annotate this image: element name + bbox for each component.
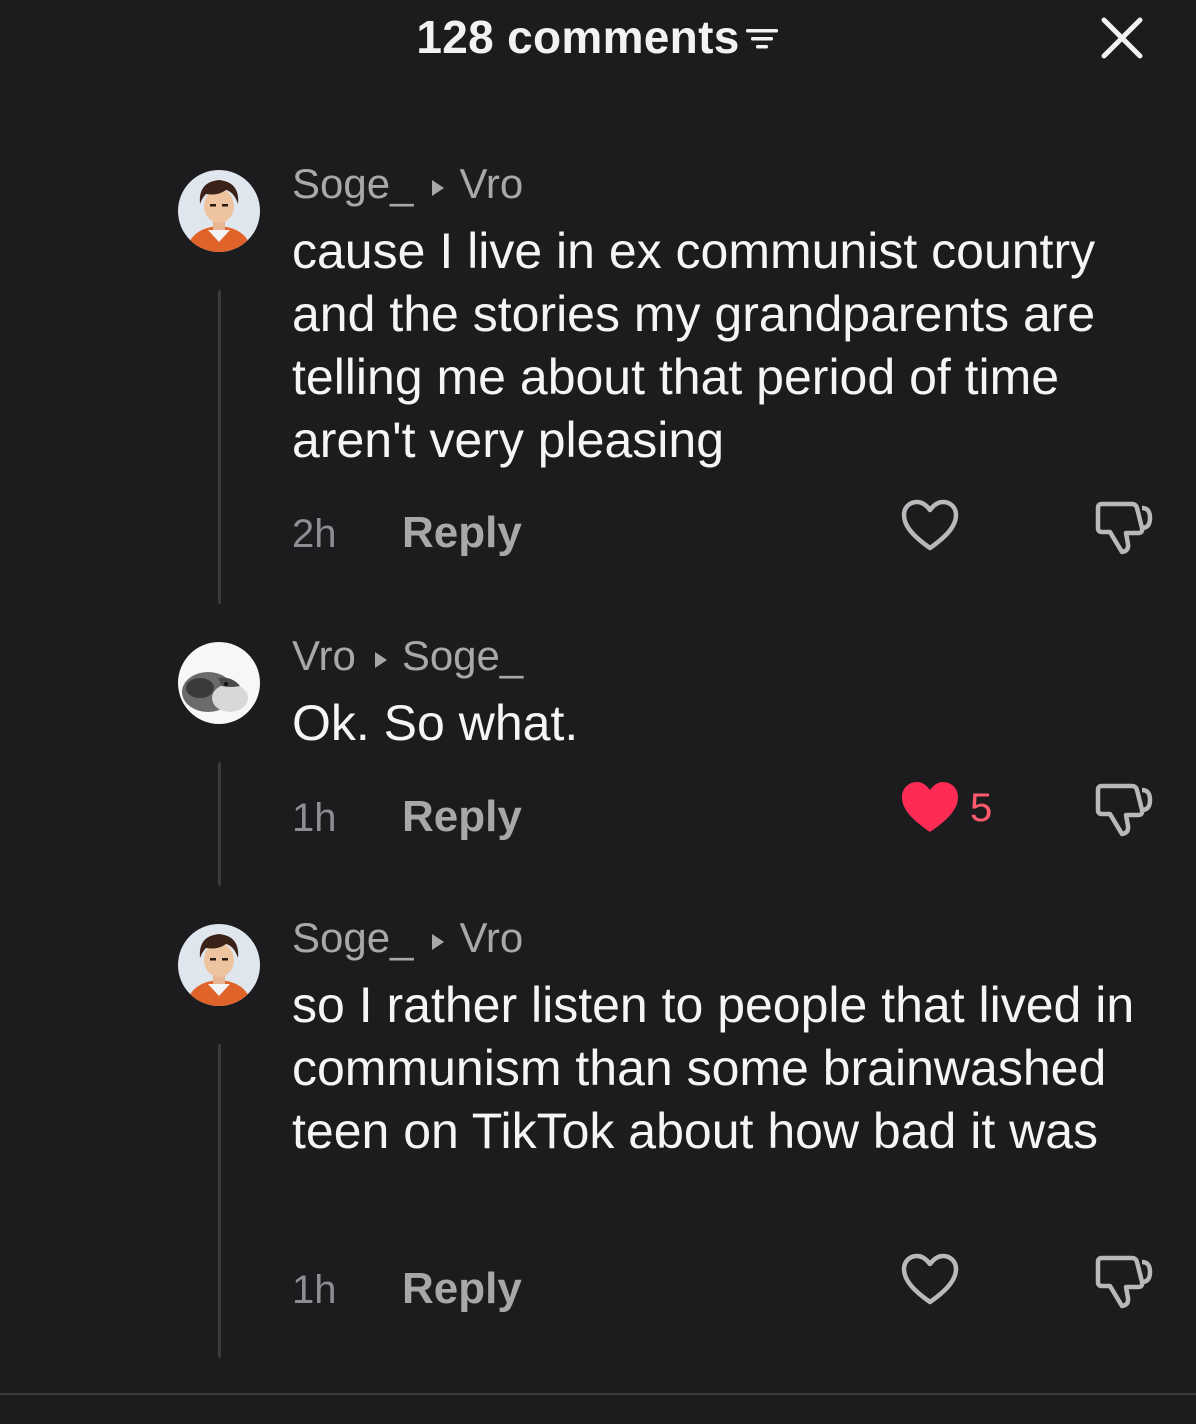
author-name[interactable]: Soge_ [292,914,413,961]
comment-count-label: 128 comments [416,11,740,63]
reply-button[interactable]: Reply [402,508,522,558]
reply-to-name[interactable]: Vro [459,160,523,207]
comment-meta: Soge_ Vro [292,914,523,965]
avatar[interactable] [178,924,260,1006]
heart-icon[interactable] [900,498,960,554]
reply-to-name[interactable]: Soge_ [402,632,523,679]
like-count: 5 [970,786,993,830]
comment-text: so I rather listen to people that lived … [292,977,1135,1159]
thumbs-down-icon[interactable] [1092,778,1154,838]
thumbs-down-icon[interactable] [1092,1250,1154,1310]
thread-line [218,290,221,604]
reply-arrow-icon [431,159,445,207]
author-name[interactable]: Vro [292,632,356,679]
avatar[interactable] [178,642,260,724]
thread-line [218,1044,221,1358]
thumbs-down-icon[interactable] [1092,496,1154,556]
close-icon[interactable] [1098,14,1146,62]
comment-time: 1h [292,796,337,840]
avatar[interactable] [178,170,260,252]
comment-time: 1h [292,1268,337,1312]
comment-meta: Vro Soge_ [292,632,523,683]
comments-title: 128 comments [0,10,1196,68]
thread-line [218,762,221,886]
reply-to-name[interactable]: Vro [459,914,523,961]
comment-meta: Soge_ Vro [292,160,523,211]
reply-button[interactable]: Reply [402,792,522,842]
heart-filled-icon[interactable] [900,780,960,836]
author-name[interactable]: Soge_ [292,160,413,207]
comment-text: Ok. So what. [292,695,579,751]
sort-lines-icon[interactable] [744,11,780,65]
reply-arrow-icon [374,631,388,679]
bottom-divider [0,1393,1196,1395]
comments-header: 128 comments [0,0,1196,80]
reply-button[interactable]: Reply [402,1264,522,1314]
comment-text: cause I live in ex communist country and… [292,223,1096,468]
comment-time: 2h [292,512,337,556]
reply-arrow-icon [431,913,445,961]
heart-icon[interactable] [900,1252,960,1308]
